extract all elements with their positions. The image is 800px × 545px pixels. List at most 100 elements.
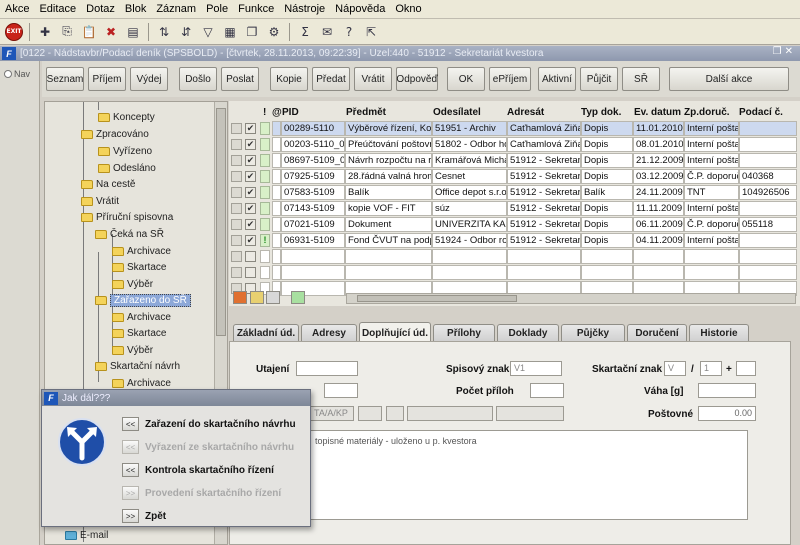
table-row[interactable]: ✔ 00203-5110_00Přeúčtování poštovnic51802… [229, 137, 800, 152]
cell-datum[interactable]: 04.11.2009 [633, 233, 684, 248]
row-selector[interactable] [231, 187, 242, 198]
cell-predmet[interactable]: Fond ČVUT na podpor [345, 233, 432, 248]
kontrola-button[interactable]: << [122, 463, 139, 477]
cell-zp[interactable]: Interní pošta [684, 121, 739, 136]
cell-pid[interactable] [281, 265, 345, 280]
copy-icon[interactable]: ⎘ [57, 22, 77, 42]
odpoved-button[interactable]: Odpověď [396, 67, 438, 91]
option-zarazeni[interactable]: << Zařazení do skartačního návrhu [122, 415, 296, 433]
cell-odesilatel[interactable]: UNIVERZITA KARL [432, 217, 507, 232]
cell-podaci[interactable]: 040368 [739, 169, 797, 184]
cell-predmet[interactable]: kopie VOF - FIT [345, 201, 432, 216]
cell-datum[interactable]: 06.11.2009 [633, 217, 684, 232]
mail-icon[interactable]: ✉ [317, 22, 337, 42]
cell-odesilatel[interactable] [432, 249, 507, 264]
dalsi-akce-button[interactable]: Další akce [669, 67, 789, 91]
row-selector[interactable] [231, 171, 242, 182]
nav-toggle[interactable]: Nav [4, 69, 30, 79]
col-header-adresat[interactable]: Adresát [507, 107, 544, 118]
cell-zp[interactable] [684, 249, 739, 264]
cell-odesilatel[interactable]: 51924 - Odbor roz [432, 233, 507, 248]
tree-item-vratit[interactable]: Vrátit [81, 194, 119, 208]
cell-datum[interactable]: 11.01.2010 [633, 121, 684, 136]
cell-datum[interactable]: 08.01.2010 [633, 137, 684, 152]
tab-pujcky[interactable]: Půjčky [561, 324, 625, 342]
cell-odesilatel[interactable]: Office depot s.r.o. [432, 185, 507, 200]
tab-doklady[interactable]: Doklady [497, 324, 559, 342]
window-controls[interactable]: ❐✕ [773, 46, 796, 57]
ok-button[interactable]: OK [447, 67, 485, 91]
paste-icon[interactable]: 📋 [79, 22, 99, 42]
tree-item-zpracovano[interactable]: Zpracováno [81, 127, 149, 141]
cell-predmet[interactable]: Výběrové řízení, Kouc [345, 121, 432, 136]
table-row[interactable]: ✔ 07021-5109DokumentUNIVERZITA KARL51912 … [229, 217, 800, 232]
table-row[interactable]: ✔ 08697-5109_00Návrh rozpočtu na rokKramá… [229, 153, 800, 168]
row-checkbox[interactable]: ✔ [245, 235, 256, 246]
row-checkbox[interactable] [245, 251, 256, 262]
table-row[interactable]: ✔ 07583-5109 Balík Office depot s.r.o. 51912… [229, 185, 800, 200]
tree-item-archivace[interactable]: Archivace [112, 244, 171, 258]
cell-predmet[interactable]: Dokument [345, 217, 432, 232]
tree-item-odeslano[interactable]: Odesláno [98, 161, 156, 175]
cell-zp[interactable]: Interní pošta [684, 153, 739, 168]
tab-adresy[interactable]: Adresy [301, 324, 357, 342]
gear-icon[interactable]: ⚙ [264, 22, 284, 42]
row-selector[interactable] [231, 267, 242, 278]
row-checkbox[interactable]: ✔ [245, 123, 256, 134]
table-row[interactable]: ✔! 06931-5109Fond ČVUT na podpor51924 - O… [229, 233, 800, 248]
tab-zakladni[interactable]: Základní úd. [233, 324, 299, 342]
option-kontrola[interactable]: << Kontrola skartačního řízení [122, 461, 274, 479]
tree-item-vyber[interactable]: Výběr [112, 277, 153, 291]
row-checkbox[interactable]: ✔ [245, 219, 256, 230]
cell-zp[interactable]: Interní pošta [684, 137, 739, 152]
cell-pid[interactable]: 00203-5110_00 [281, 137, 345, 152]
cell-predmet[interactable]: Návrh rozpočtu na rok [345, 153, 432, 168]
cell-typ[interactable]: Balík [581, 185, 633, 200]
doslo-button[interactable]: Došlo [179, 67, 217, 91]
cell-zp[interactable]: Č.P. doporuče [684, 169, 739, 184]
cell-predmet[interactable]: 28.řádná valná hroma [345, 169, 432, 184]
menu-editace[interactable]: Editace [34, 3, 81, 15]
status-red-icon[interactable] [233, 291, 247, 304]
tree-item-skartace[interactable]: Skartace [112, 260, 166, 274]
cell-typ[interactable]: Dopis [581, 137, 633, 152]
row-selector[interactable] [231, 219, 242, 230]
menu-akce[interactable]: Akce [0, 3, 34, 15]
status-yellow-icon[interactable] [250, 291, 264, 304]
help-icon[interactable]: ? [339, 22, 359, 42]
cell-pid[interactable] [281, 249, 345, 264]
spisovy-znak-field[interactable]: V1 [510, 361, 562, 376]
tree-item-skartacni-navrh[interactable]: Skartační návrh [95, 359, 180, 373]
tree-item-prirucni-spisovna[interactable]: Příruční spisovna [81, 210, 173, 224]
cell-podaci[interactable] [739, 233, 797, 248]
cell-podaci[interactable] [739, 153, 797, 168]
cell-datum[interactable]: 21.12.2009 [633, 153, 684, 168]
menu-nastroje[interactable]: Nástroje [279, 3, 330, 15]
cell-pid[interactable]: 00289-5110 [281, 121, 345, 136]
tree-item-archivace[interactable]: Archivace [112, 310, 171, 324]
cell-adresat[interactable]: 51912 - Sekretariá [507, 217, 581, 232]
col-header-pid[interactable]: PID [282, 107, 299, 118]
cell-adresat[interactable]: 51912 - Sekretariá [507, 153, 581, 168]
cell-typ[interactable] [581, 265, 633, 280]
row-checkbox[interactable]: ✔ [245, 187, 256, 198]
cell-predmet[interactable] [345, 265, 432, 280]
tree-scroll-thumb[interactable] [216, 108, 226, 336]
tree-item-na-ceste[interactable]: Na cestě [81, 177, 135, 191]
tab-doplnujici[interactable]: Doplňující úd. [359, 322, 431, 343]
cell-pid[interactable]: 07925-5109 [281, 169, 345, 184]
sort-desc-icon[interactable]: ⇵ [176, 22, 196, 42]
cell-pid[interactable]: 07143-5109 [281, 201, 345, 216]
utajeni-extra-field[interactable] [324, 383, 358, 398]
option-zpet[interactable]: >> Zpět [122, 507, 166, 525]
cell-podaci[interactable]: 055118 [739, 217, 797, 232]
col-header-zp[interactable]: Zp.doruč. [684, 107, 730, 118]
cell-zp[interactable] [684, 265, 739, 280]
delete-icon[interactable]: ✖ [101, 22, 121, 42]
tab-doruceni[interactable]: Doručení [627, 324, 687, 342]
col-header-odesilatel[interactable]: Odesílatel [433, 107, 481, 118]
pointer-help-icon[interactable]: ⇱ [361, 22, 381, 42]
cell-adresat[interactable] [507, 249, 581, 264]
table-row[interactable]: ✔ 07925-5109 28.řádná valná hroma Cesnet 519… [229, 169, 800, 184]
col-header-datum[interactable]: Ev. datum [634, 107, 681, 118]
